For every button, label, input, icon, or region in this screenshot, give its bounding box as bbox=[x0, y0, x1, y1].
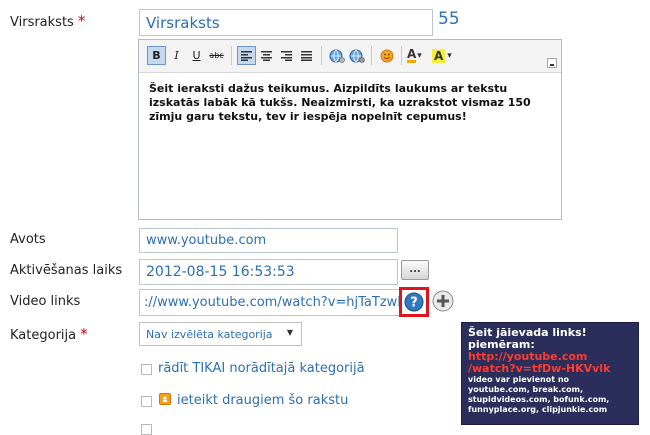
activation-time-input[interactable]: 2012-08-15 16:53:53 bbox=[139, 259, 398, 285]
add-video-button[interactable] bbox=[432, 290, 454, 312]
title-char-count: 55 bbox=[438, 9, 460, 29]
editor-toolbar: B I U abc A ▾ A ▾ bbox=[139, 40, 561, 73]
recommend-icon bbox=[159, 393, 171, 405]
rich-text-editor: B I U abc A ▾ A ▾ Šeit ieraksti dažus te… bbox=[138, 39, 562, 220]
background-color-button[interactable]: A ▾ bbox=[432, 46, 452, 65]
align-left-icon bbox=[241, 50, 252, 61]
title-input-value: Virsraksts bbox=[146, 13, 220, 32]
emoticon-button[interactable] bbox=[377, 46, 396, 65]
underline-button[interactable]: U bbox=[187, 46, 206, 65]
align-left-button[interactable] bbox=[237, 46, 256, 65]
tooltip-sites-1: youtube.com, break.com, bbox=[468, 385, 583, 394]
tooltip-sites-3: funnyplace.org, clipjunkie.com bbox=[468, 405, 608, 414]
strikethrough-button[interactable]: abc bbox=[207, 46, 226, 65]
chevron-down-icon: ▾ bbox=[447, 50, 452, 61]
checkbox-partial[interactable] bbox=[141, 424, 152, 435]
required-mark: * bbox=[80, 325, 88, 343]
toolbar-separator bbox=[371, 46, 372, 65]
category-select[interactable]: Nav izvēlēta kategorija ▼ bbox=[139, 322, 302, 346]
chevron-down-icon: ▾ bbox=[417, 50, 422, 61]
align-center-button[interactable] bbox=[257, 46, 276, 65]
tooltip-example-link-2: /watch?v=tfDw-HKVvlk bbox=[468, 362, 611, 375]
insert-link-button[interactable] bbox=[327, 46, 346, 65]
only-category-checkbox[interactable] bbox=[141, 364, 152, 375]
text-color-icon: A bbox=[407, 47, 417, 63]
align-center-icon bbox=[261, 50, 272, 61]
required-mark: * bbox=[77, 12, 86, 30]
activation-time-value: 2012-08-15 16:53:53 bbox=[146, 264, 295, 280]
text-color-button[interactable]: A ▾ bbox=[407, 46, 422, 65]
globe-link-icon bbox=[329, 49, 345, 63]
align-justify-button[interactable] bbox=[297, 46, 316, 65]
svg-text:?: ? bbox=[410, 296, 418, 311]
align-right-icon bbox=[281, 50, 292, 61]
tooltip-sites-intro: video var pievienot no bbox=[468, 375, 570, 384]
chevron-down-icon: ▼ bbox=[286, 328, 293, 337]
video-link-value: ://www.youtube.com/watch?v=hjTaTzwPvPE bbox=[144, 295, 401, 310]
source-label: Avots bbox=[10, 232, 46, 247]
source-input[interactable]: www.youtube.com bbox=[139, 228, 398, 253]
video-link-label: Video links bbox=[10, 294, 81, 309]
date-picker-button[interactable]: ... bbox=[401, 260, 429, 280]
only-category-label: rādīt TIKAI norādītajā kategorijā bbox=[158, 361, 365, 376]
align-justify-icon bbox=[301, 50, 312, 61]
italic-button[interactable]: I bbox=[167, 46, 186, 65]
editor-resize-icon[interactable] bbox=[547, 58, 557, 68]
recommend-checkbox[interactable] bbox=[141, 396, 152, 407]
video-help-button[interactable]: ? bbox=[399, 287, 429, 317]
title-input[interactable]: Virsraksts bbox=[139, 9, 433, 36]
smiley-icon bbox=[380, 49, 393, 62]
video-link-input[interactable]: ://www.youtube.com/watch?v=hjTaTzwPvPE bbox=[139, 289, 401, 316]
editor-content[interactable]: Šeit ieraksti dažus teikumus. Aizpildīts… bbox=[149, 82, 549, 124]
remove-link-button[interactable] bbox=[347, 46, 366, 65]
help-question-icon: ? bbox=[404, 292, 424, 312]
highlight-color-icon: A bbox=[432, 48, 446, 63]
tooltip-sites-2: stupidvideos.com, bofunk.com, bbox=[468, 395, 610, 404]
title-label: Virsraksts * bbox=[10, 12, 86, 30]
bold-button[interactable]: B bbox=[147, 46, 166, 65]
align-right-button[interactable] bbox=[277, 46, 296, 65]
globe-unlink-icon bbox=[349, 49, 365, 63]
recommend-label: ieteikt draugiem šo rakstu bbox=[177, 393, 349, 408]
plus-icon bbox=[432, 290, 454, 312]
user-icon bbox=[163, 396, 167, 402]
source-input-value: www.youtube.com bbox=[146, 233, 267, 248]
activation-time-label: Aktivēšanas laiks bbox=[10, 263, 123, 278]
toolbar-separator bbox=[321, 46, 322, 65]
toolbar-separator bbox=[401, 46, 402, 65]
category-label: Kategorija * bbox=[10, 325, 88, 343]
category-selected-value: Nav izvēlēta kategorija bbox=[146, 327, 273, 341]
video-help-tooltip: Šeit jāievada links! piemēram: http://yo… bbox=[461, 322, 639, 425]
toolbar-separator bbox=[231, 46, 232, 65]
